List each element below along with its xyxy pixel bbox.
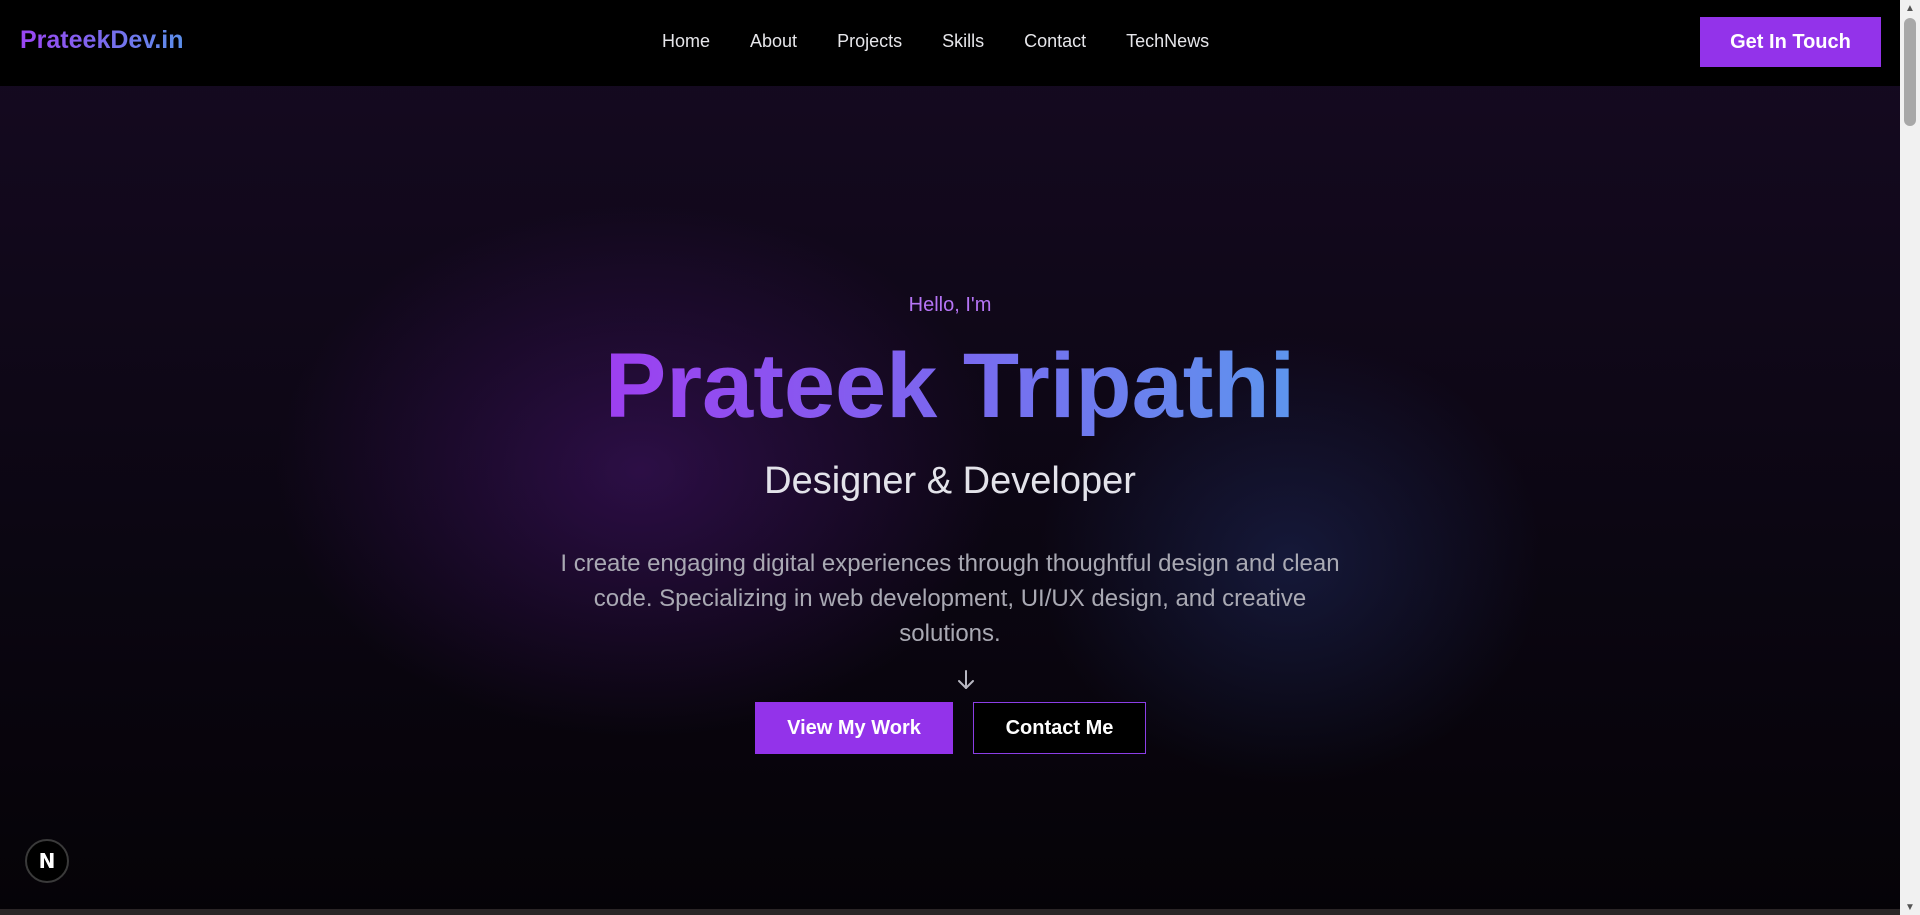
hero-name-text: Prateek Tripathi: [604, 335, 1296, 437]
bottom-edge: [0, 909, 1900, 915]
nav-link-technews[interactable]: TechNews: [1126, 31, 1209, 52]
scroll-down-icon[interactable]: ▼: [1900, 899, 1920, 915]
hero-greeting: Hello, I'm: [908, 294, 992, 316]
nav-links: Home About Projects Skills Contact TechN…: [662, 31, 1209, 52]
scrollbar-thumb[interactable]: [1904, 18, 1916, 126]
nav-link-home[interactable]: Home: [662, 31, 710, 52]
navbar: PrateekDev.in Home About Projects Skills…: [0, 0, 1900, 86]
hero-description: I create engaging digital experiences th…: [560, 550, 1340, 647]
get-in-touch-button[interactable]: Get In Touch: [1700, 17, 1881, 67]
badge-letter: N: [38, 849, 56, 873]
arrow-down-icon: [958, 670, 974, 689]
nav-link-contact[interactable]: Contact: [1024, 31, 1086, 52]
site-logo[interactable]: PrateekDev.in: [20, 26, 184, 55]
hero-role: Designer & Developer: [764, 460, 1136, 502]
scroll-up-icon[interactable]: ▲: [1900, 0, 1920, 16]
page: PrateekDev.in Home About Projects Skills…: [0, 0, 1920, 915]
nav-link-projects[interactable]: Projects: [837, 31, 902, 52]
hero-name: Prateek Tripathi: [0, 334, 1900, 439]
view-my-work-button[interactable]: View My Work: [755, 702, 953, 754]
nav-link-about[interactable]: About: [750, 31, 797, 52]
contact-me-button[interactable]: Contact Me: [973, 702, 1146, 754]
hero-section: Hello, I'm Prateek Tripathi Designer & D…: [0, 86, 1900, 915]
vertical-scrollbar[interactable]: ▲ ▼: [1900, 0, 1920, 915]
nav-link-skills[interactable]: Skills: [942, 31, 984, 52]
nextjs-logo-icon[interactable]: N: [25, 839, 69, 883]
